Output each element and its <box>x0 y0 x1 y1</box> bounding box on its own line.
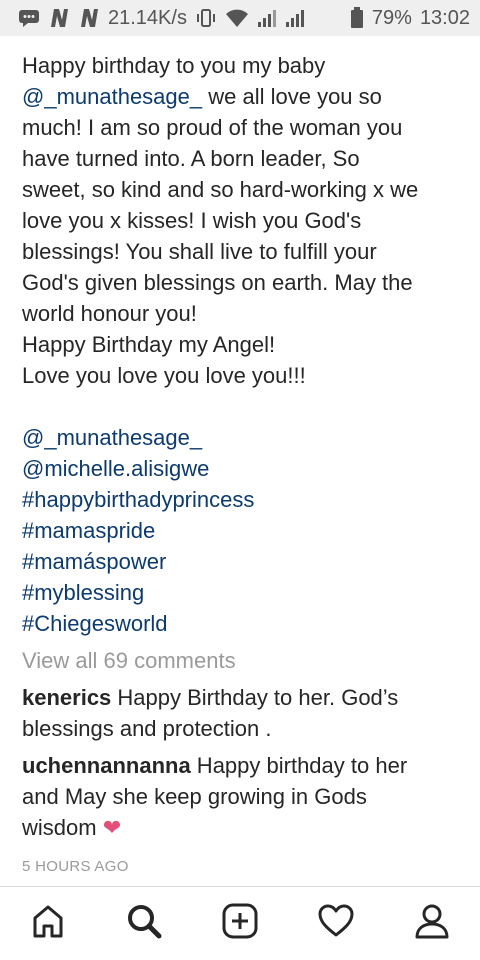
caption-line: blessings! You shall live to fulfill you… <box>22 239 377 264</box>
hashtag-link[interactable]: #myblessing <box>22 577 468 608</box>
comment: kenerics Happy Birthday to her. God’s bl… <box>22 682 468 744</box>
comment-line: wisdom ❤ <box>22 812 468 843</box>
status-bar-right: 79% 13:02 <box>350 7 470 30</box>
caption-line: Happy birthday to you my baby <box>22 53 326 78</box>
comment-text: and May she keep growing in Gods <box>22 784 367 809</box>
vibrate-icon <box>195 8 217 28</box>
nav-profile-button[interactable] <box>402 894 462 954</box>
caption-line: love you x kisses! I wish you God's <box>22 208 362 233</box>
signal-icon <box>285 8 305 28</box>
clock: 13:02 <box>419 6 470 29</box>
heart-icon <box>317 902 355 945</box>
mention-link[interactable]: @michelle.alisigwe <box>22 453 468 484</box>
comment-username[interactable]: kenerics <box>22 685 111 710</box>
view-all-comments-link[interactable]: View all 69 comments <box>22 645 468 676</box>
hashtag-link[interactable]: #mamaspride <box>22 515 468 546</box>
nav-new-post-button[interactable] <box>210 894 270 954</box>
comment-text: Happy birthday to her <box>190 753 408 778</box>
hashtag-link[interactable]: #mamáspower <box>22 546 468 577</box>
message-icon <box>18 9 40 27</box>
caption-line: @_munathesage_ we all love you so <box>22 81 468 112</box>
new-post-icon <box>221 902 259 945</box>
mention-link[interactable]: @_munathesage_ <box>22 422 468 453</box>
mention-link[interactable]: @_munathesage_ <box>22 84 202 109</box>
profile-icon <box>413 902 451 945</box>
n-icon <box>78 8 100 28</box>
nav-activity-button[interactable] <box>306 894 366 954</box>
comment-line: uchennannanna Happy birthday to her <box>22 750 468 781</box>
nav-home-button[interactable] <box>18 894 78 954</box>
caption-line: Love you love you love you!!! <box>22 363 306 388</box>
wifi-icon <box>225 8 249 28</box>
comment-username[interactable]: uchennannanna <box>22 753 191 778</box>
caption-line: sweet, so kind and so hard-working x we <box>22 177 419 202</box>
heart-emoji-icon: ❤ <box>102 815 122 840</box>
status-bar-left: 21.14K/s <box>18 7 305 30</box>
caption-text: we all love you so <box>202 84 382 109</box>
post-content: Happy birthday to you my baby @_munathes… <box>22 50 468 882</box>
comment-line: kenerics Happy Birthday to her. God’s <box>22 682 468 713</box>
caption-line: world honour you! <box>22 301 197 326</box>
comment-text: wisdom <box>22 815 103 840</box>
nav-search-button[interactable] <box>114 894 174 954</box>
status-bar: 21.14K/s 79% 13:02 <box>0 0 480 36</box>
comment: uchennannanna Happy birthday to her and … <box>22 750 468 843</box>
battery-level: 79% <box>371 6 412 29</box>
post-timestamp: 5 HOURS AGO <box>22 858 129 875</box>
caption-line: much! I am so proud of the woman you <box>22 115 403 140</box>
caption-line: have turned into. A born leader, So <box>22 146 360 171</box>
comment-text: Happy Birthday to her. God’s <box>111 685 399 710</box>
n-icon <box>48 8 70 28</box>
post-caption: Happy birthday to you my baby @_munathes… <box>22 50 468 639</box>
network-speed: 21.14K/s <box>108 6 187 29</box>
caption-line: Happy Birthday my Angel! <box>22 332 276 357</box>
bottom-nav <box>0 887 480 960</box>
battery-icon <box>350 7 364 29</box>
hashtag-link[interactable]: #happybirthadyprincess <box>22 484 468 515</box>
search-icon <box>125 902 163 945</box>
signal-icon <box>257 8 277 28</box>
caption-line: God's given blessings on earth. May the <box>22 270 413 295</box>
home-icon <box>29 902 67 945</box>
tag-list: @_munathesage_ @michelle.alisigwe #happy… <box>22 422 468 639</box>
comment-text: blessings and protection . <box>22 716 272 741</box>
hashtag-link[interactable]: #Chiegesworld <box>22 608 468 639</box>
